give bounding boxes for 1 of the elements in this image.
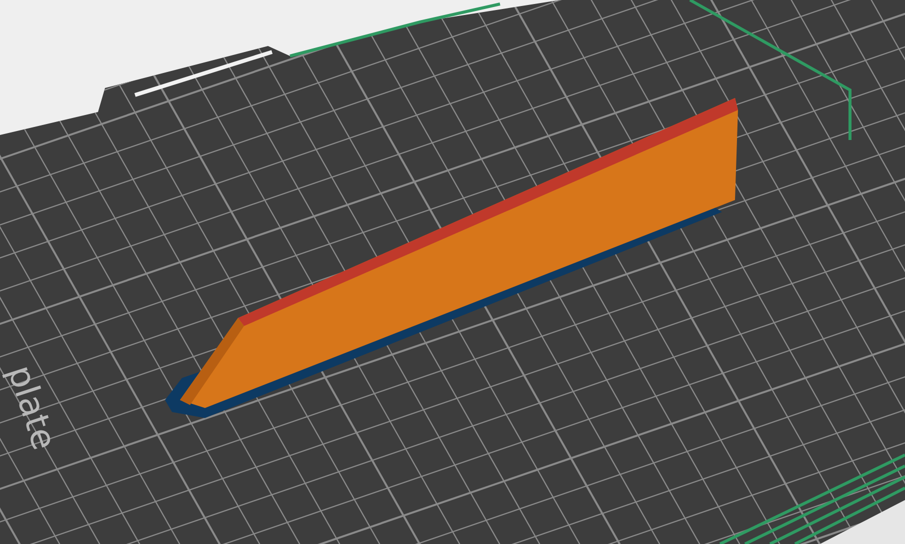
plate-label: plate xyxy=(0,360,64,455)
